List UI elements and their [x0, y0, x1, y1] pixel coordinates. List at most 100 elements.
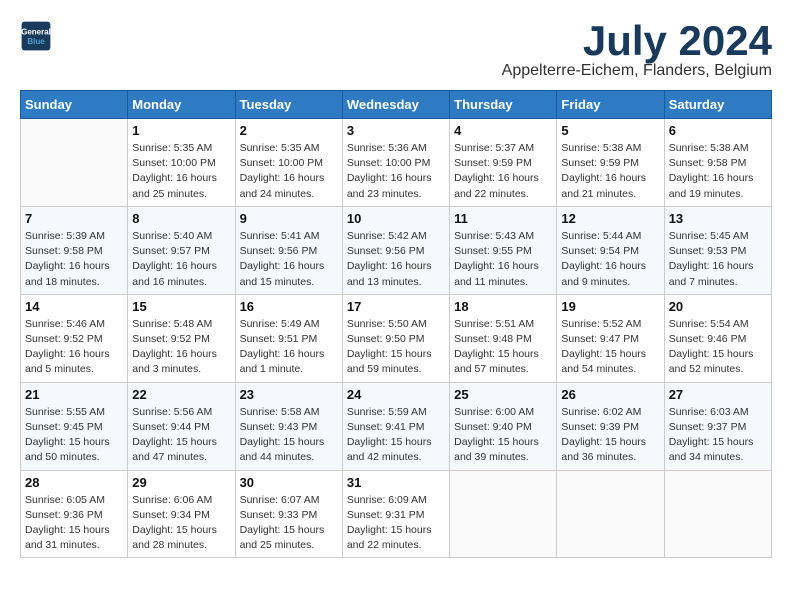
day-number: 15	[132, 299, 230, 314]
week-row-3: 14 Sunrise: 5:46 AMSunset: 9:52 PMDayligh…	[21, 294, 772, 382]
day-number: 23	[240, 387, 338, 402]
day-number: 6	[669, 123, 767, 138]
day-number: 10	[347, 211, 445, 226]
day-info: Sunrise: 6:09 AMSunset: 9:31 PMDaylight:…	[347, 493, 445, 554]
day-number: 13	[669, 211, 767, 226]
day-info: Sunrise: 5:51 AMSunset: 9:48 PMDaylight:…	[454, 317, 552, 378]
day-number: 21	[25, 387, 123, 402]
day-info: Sunrise: 5:56 AMSunset: 9:44 PMDaylight:…	[132, 405, 230, 466]
day-cell: 13 Sunrise: 5:45 AMSunset: 9:53 PMDayligh…	[664, 206, 771, 294]
day-info: Sunrise: 5:41 AMSunset: 9:56 PMDaylight:…	[240, 229, 338, 290]
day-cell: 7 Sunrise: 5:39 AMSunset: 9:58 PMDaylight…	[21, 206, 128, 294]
day-number: 2	[240, 123, 338, 138]
day-number: 14	[25, 299, 123, 314]
day-cell: 31 Sunrise: 6:09 AMSunset: 9:31 PMDayligh…	[342, 470, 449, 558]
day-cell: 20Sunrise: 5:54 AMSunset: 9:46 PMDayligh…	[664, 294, 771, 382]
header-cell-tuesday: Tuesday	[235, 91, 342, 119]
day-cell: 24 Sunrise: 5:59 AMSunset: 9:41 PMDayligh…	[342, 382, 449, 470]
day-cell: 15 Sunrise: 5:48 AMSunset: 9:52 PMDayligh…	[128, 294, 235, 382]
svg-text:Blue: Blue	[27, 37, 45, 46]
day-info: Sunrise: 5:38 AMSunset: 9:59 PMDaylight:…	[561, 141, 659, 202]
day-cell: 11 Sunrise: 5:43 AMSunset: 9:55 PMDayligh…	[450, 206, 557, 294]
day-info: Sunrise: 6:00 AMSunset: 9:40 PMDaylight:…	[454, 405, 552, 466]
header-cell-saturday: Saturday	[664, 91, 771, 119]
logo-icon: General Blue	[20, 20, 52, 52]
day-number: 4	[454, 123, 552, 138]
day-number: 5	[561, 123, 659, 138]
day-cell: 2Sunrise: 5:35 AMSunset: 10:00 PMDayligh…	[235, 119, 342, 207]
day-info: Sunrise: 5:38 AMSunset: 9:58 PMDaylight:…	[669, 141, 767, 202]
day-cell	[21, 119, 128, 207]
day-number: 11	[454, 211, 552, 226]
day-cell: 30Sunrise: 6:07 AMSunset: 9:33 PMDayligh…	[235, 470, 342, 558]
day-number: 31	[347, 475, 445, 490]
day-cell: 1 Sunrise: 5:35 AMSunset: 10:00 PMDayligh…	[128, 119, 235, 207]
day-cell: 14 Sunrise: 5:46 AMSunset: 9:52 PMDayligh…	[21, 294, 128, 382]
day-info: Sunrise: 6:07 AMSunset: 9:33 PMDaylight:…	[240, 493, 338, 554]
week-row-1: 1 Sunrise: 5:35 AMSunset: 10:00 PMDayligh…	[21, 119, 772, 207]
header-cell-thursday: Thursday	[450, 91, 557, 119]
day-number: 3	[347, 123, 445, 138]
day-cell: 16 Sunrise: 5:49 AMSunset: 9:51 PMDayligh…	[235, 294, 342, 382]
week-row-5: 28Sunrise: 6:05 AMSunset: 9:36 PMDayligh…	[21, 470, 772, 558]
day-info: Sunrise: 5:42 AMSunset: 9:56 PMDaylight:…	[347, 229, 445, 290]
day-info: Sunrise: 5:49 AMSunset: 9:51 PMDaylight:…	[240, 317, 338, 378]
day-cell: 19Sunrise: 5:52 AMSunset: 9:47 PMDayligh…	[557, 294, 664, 382]
week-row-4: 21 Sunrise: 5:55 AMSunset: 9:45 PMDayligh…	[21, 382, 772, 470]
day-cell: 23Sunrise: 5:58 AMSunset: 9:43 PMDayligh…	[235, 382, 342, 470]
day-cell: 6 Sunrise: 5:38 AMSunset: 9:58 PMDaylight…	[664, 119, 771, 207]
day-info: Sunrise: 6:02 AMSunset: 9:39 PMDaylight:…	[561, 405, 659, 466]
day-cell: 10 Sunrise: 5:42 AMSunset: 9:56 PMDayligh…	[342, 206, 449, 294]
day-cell: 8Sunrise: 5:40 AMSunset: 9:57 PMDaylight…	[128, 206, 235, 294]
day-info: Sunrise: 5:45 AMSunset: 9:53 PMDaylight:…	[669, 229, 767, 290]
header-cell-friday: Friday	[557, 91, 664, 119]
day-cell: 29 Sunrise: 6:06 AMSunset: 9:34 PMDayligh…	[128, 470, 235, 558]
day-info: Sunrise: 5:43 AMSunset: 9:55 PMDaylight:…	[454, 229, 552, 290]
day-cell: 25 Sunrise: 6:00 AMSunset: 9:40 PMDayligh…	[450, 382, 557, 470]
day-number: 27	[669, 387, 767, 402]
header-cell-sunday: Sunday	[21, 91, 128, 119]
logo: General Blue	[20, 20, 52, 52]
header-cell-wednesday: Wednesday	[342, 91, 449, 119]
day-info: Sunrise: 5:59 AMSunset: 9:41 PMDaylight:…	[347, 405, 445, 466]
day-cell: 26Sunrise: 6:02 AMSunset: 9:39 PMDayligh…	[557, 382, 664, 470]
week-row-2: 7 Sunrise: 5:39 AMSunset: 9:58 PMDaylight…	[21, 206, 772, 294]
location: Appelterre-Eichem, Flanders, Belgium	[502, 62, 772, 80]
day-info: Sunrise: 5:39 AMSunset: 9:58 PMDaylight:…	[25, 229, 123, 290]
day-number: 24	[347, 387, 445, 402]
day-info: Sunrise: 5:35 AMSunset: 10:00 PMDaylight…	[132, 141, 230, 202]
day-cell: 22Sunrise: 5:56 AMSunset: 9:44 PMDayligh…	[128, 382, 235, 470]
day-number: 7	[25, 211, 123, 226]
day-info: Sunrise: 5:54 AMSunset: 9:46 PMDaylight:…	[669, 317, 767, 378]
day-info: Sunrise: 5:52 AMSunset: 9:47 PMDaylight:…	[561, 317, 659, 378]
day-cell: 17 Sunrise: 5:50 AMSunset: 9:50 PMDayligh…	[342, 294, 449, 382]
day-cell: 4 Sunrise: 5:37 AMSunset: 9:59 PMDaylight…	[450, 119, 557, 207]
day-cell: 28Sunrise: 6:05 AMSunset: 9:36 PMDayligh…	[21, 470, 128, 558]
day-cell: 9Sunrise: 5:41 AMSunset: 9:56 PMDaylight…	[235, 206, 342, 294]
day-cell: 5 Sunrise: 5:38 AMSunset: 9:59 PMDaylight…	[557, 119, 664, 207]
day-number: 1	[132, 123, 230, 138]
day-info: Sunrise: 5:55 AMSunset: 9:45 PMDaylight:…	[25, 405, 123, 466]
day-cell	[557, 470, 664, 558]
header-cell-monday: Monday	[128, 91, 235, 119]
day-number: 18	[454, 299, 552, 314]
day-number: 17	[347, 299, 445, 314]
day-cell: 12Sunrise: 5:44 AMSunset: 9:54 PMDayligh…	[557, 206, 664, 294]
day-number: 16	[240, 299, 338, 314]
day-info: Sunrise: 6:06 AMSunset: 9:34 PMDaylight:…	[132, 493, 230, 554]
day-number: 29	[132, 475, 230, 490]
day-info: Sunrise: 5:46 AMSunset: 9:52 PMDaylight:…	[25, 317, 123, 378]
day-cell: 21 Sunrise: 5:55 AMSunset: 9:45 PMDayligh…	[21, 382, 128, 470]
day-info: Sunrise: 5:48 AMSunset: 9:52 PMDaylight:…	[132, 317, 230, 378]
day-info: Sunrise: 6:03 AMSunset: 9:37 PMDaylight:…	[669, 405, 767, 466]
day-info: Sunrise: 5:36 AMSunset: 10:00 PMDaylight…	[347, 141, 445, 202]
day-info: Sunrise: 5:37 AMSunset: 9:59 PMDaylight:…	[454, 141, 552, 202]
day-info: Sunrise: 5:44 AMSunset: 9:54 PMDaylight:…	[561, 229, 659, 290]
day-number: 25	[454, 387, 552, 402]
day-cell: 27 Sunrise: 6:03 AMSunset: 9:37 PMDayligh…	[664, 382, 771, 470]
title-block: July 2024 Appelterre-Eichem, Flanders, B…	[502, 20, 772, 80]
calendar-table: SundayMondayTuesdayWednesdayThursdayFrid…	[20, 90, 772, 558]
day-info: Sunrise: 6:05 AMSunset: 9:36 PMDaylight:…	[25, 493, 123, 554]
day-cell: 18 Sunrise: 5:51 AMSunset: 9:48 PMDayligh…	[450, 294, 557, 382]
day-info: Sunrise: 5:50 AMSunset: 9:50 PMDaylight:…	[347, 317, 445, 378]
